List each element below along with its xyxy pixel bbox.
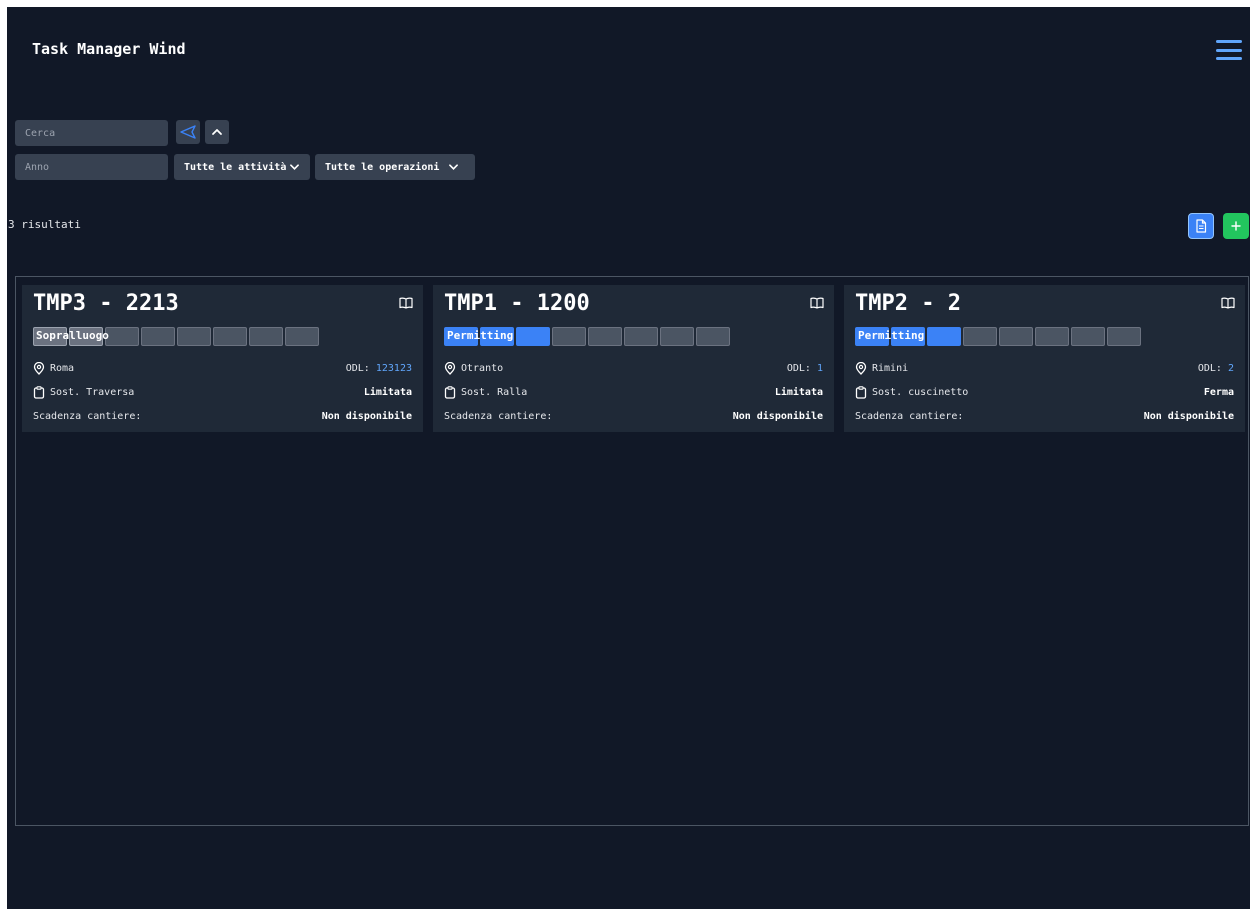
location-pin-icon — [444, 361, 456, 375]
send-button[interactable] — [176, 120, 200, 144]
progress-stages: Sopralluogo — [33, 327, 321, 346]
chevron-down-icon — [290, 164, 300, 170]
chevron-up-icon — [212, 129, 222, 135]
location-row: Roma ODL: 123123 — [33, 361, 412, 375]
location-row: Rimini ODL: 2 — [855, 361, 1234, 375]
location-pin-icon — [33, 361, 45, 375]
deadline-row: Scadenza cantiere: Non disponibile — [444, 409, 823, 423]
clipboard-icon — [33, 385, 45, 399]
task-row: Sost. Ralla Limitata — [444, 385, 823, 399]
deadline-value: Non disponibile — [1143, 410, 1234, 422]
book-icon[interactable] — [1221, 297, 1235, 309]
clipboard-icon — [855, 385, 867, 399]
app-title: Task Manager Wind — [32, 40, 186, 58]
send-icon — [180, 125, 196, 139]
odl-link[interactable]: 123123 — [376, 363, 412, 374]
cards-panel: TMP3 - 2213 Sopralluogo Roma ODL: 123123 — [15, 276, 1249, 826]
task-row: Sost. Traversa Limitata — [33, 385, 412, 399]
progress-stages: Permitting — [444, 327, 732, 346]
year-input[interactable] — [15, 154, 168, 180]
clipboard-icon — [444, 385, 456, 399]
task-row: Sost. cuscinetto Ferma — [855, 385, 1234, 399]
progress-stages: Permitting — [855, 327, 1143, 346]
book-icon[interactable] — [399, 297, 413, 309]
collapse-filters-button[interactable] — [205, 120, 229, 144]
deadline-row: Scadenza cantiere: Non disponibile — [855, 409, 1234, 423]
location-text: Otranto — [461, 362, 504, 374]
status-text: Limitata — [363, 386, 412, 398]
operations-select-label: Tutte le operazioni — [325, 161, 440, 173]
app-container: Task Manager Wind Tutte le attività Tutt… — [7, 7, 1250, 909]
odl-link[interactable]: 1 — [817, 363, 823, 374]
stage-label: Sopralluogo — [36, 329, 109, 342]
status-text: Limitata — [774, 386, 823, 398]
deadline-row: Scadenza cantiere: Non disponibile — [33, 409, 412, 423]
odl-label: ODL: — [345, 362, 370, 374]
deadline-value: Non disponibile — [321, 410, 412, 422]
stage-label: Permitting — [447, 329, 514, 342]
task-card[interactable]: TMP1 - 1200 Permitting Otranto ODL: 1 So… — [433, 285, 834, 432]
results-count: 3 risultati — [8, 218, 81, 231]
location-row: Otranto ODL: 1 — [444, 361, 823, 375]
activities-select-label: Tutte le attività — [184, 161, 287, 173]
stage-label: Permitting — [858, 329, 925, 342]
location-text: Rimini — [872, 362, 909, 374]
task-text: Sost. cuscinetto — [872, 386, 969, 398]
book-icon[interactable] — [810, 297, 824, 309]
deadline-label: Scadenza cantiere: — [444, 410, 553, 422]
location-pin-icon — [855, 361, 867, 375]
card-title: TMP3 - 2213 — [33, 291, 179, 316]
deadline-label: Scadenza cantiere: — [855, 410, 964, 422]
task-card[interactable]: TMP3 - 2213 Sopralluogo Roma ODL: 123123 — [22, 285, 423, 432]
odl-label: ODL: — [1197, 362, 1222, 374]
activities-select[interactable]: Tutte le attività — [174, 154, 310, 180]
plus-icon — [1231, 221, 1241, 231]
search-input[interactable] — [15, 120, 168, 146]
deadline-value: Non disponibile — [732, 410, 823, 422]
add-button[interactable] — [1223, 213, 1249, 239]
location-text: Roma — [50, 362, 75, 374]
status-text: Ferma — [1203, 386, 1234, 398]
operations-select[interactable]: Tutte le operazioni — [315, 154, 475, 180]
odl-label: ODL: — [786, 362, 811, 374]
task-text: Sost. Ralla — [461, 386, 528, 398]
card-title: TMP2 - 2 — [855, 291, 961, 316]
deadline-label: Scadenza cantiere: — [33, 410, 142, 422]
document-icon — [1196, 219, 1207, 233]
odl-link[interactable]: 2 — [1228, 363, 1234, 374]
chevron-down-icon — [449, 164, 459, 170]
task-text: Sost. Traversa — [50, 386, 135, 398]
hamburger-menu-icon[interactable] — [1216, 38, 1242, 62]
task-card[interactable]: TMP2 - 2 Permitting Rimini ODL: 2 Sost. … — [844, 285, 1245, 432]
card-title: TMP1 - 1200 — [444, 291, 590, 316]
export-document-button[interactable] — [1188, 213, 1214, 239]
